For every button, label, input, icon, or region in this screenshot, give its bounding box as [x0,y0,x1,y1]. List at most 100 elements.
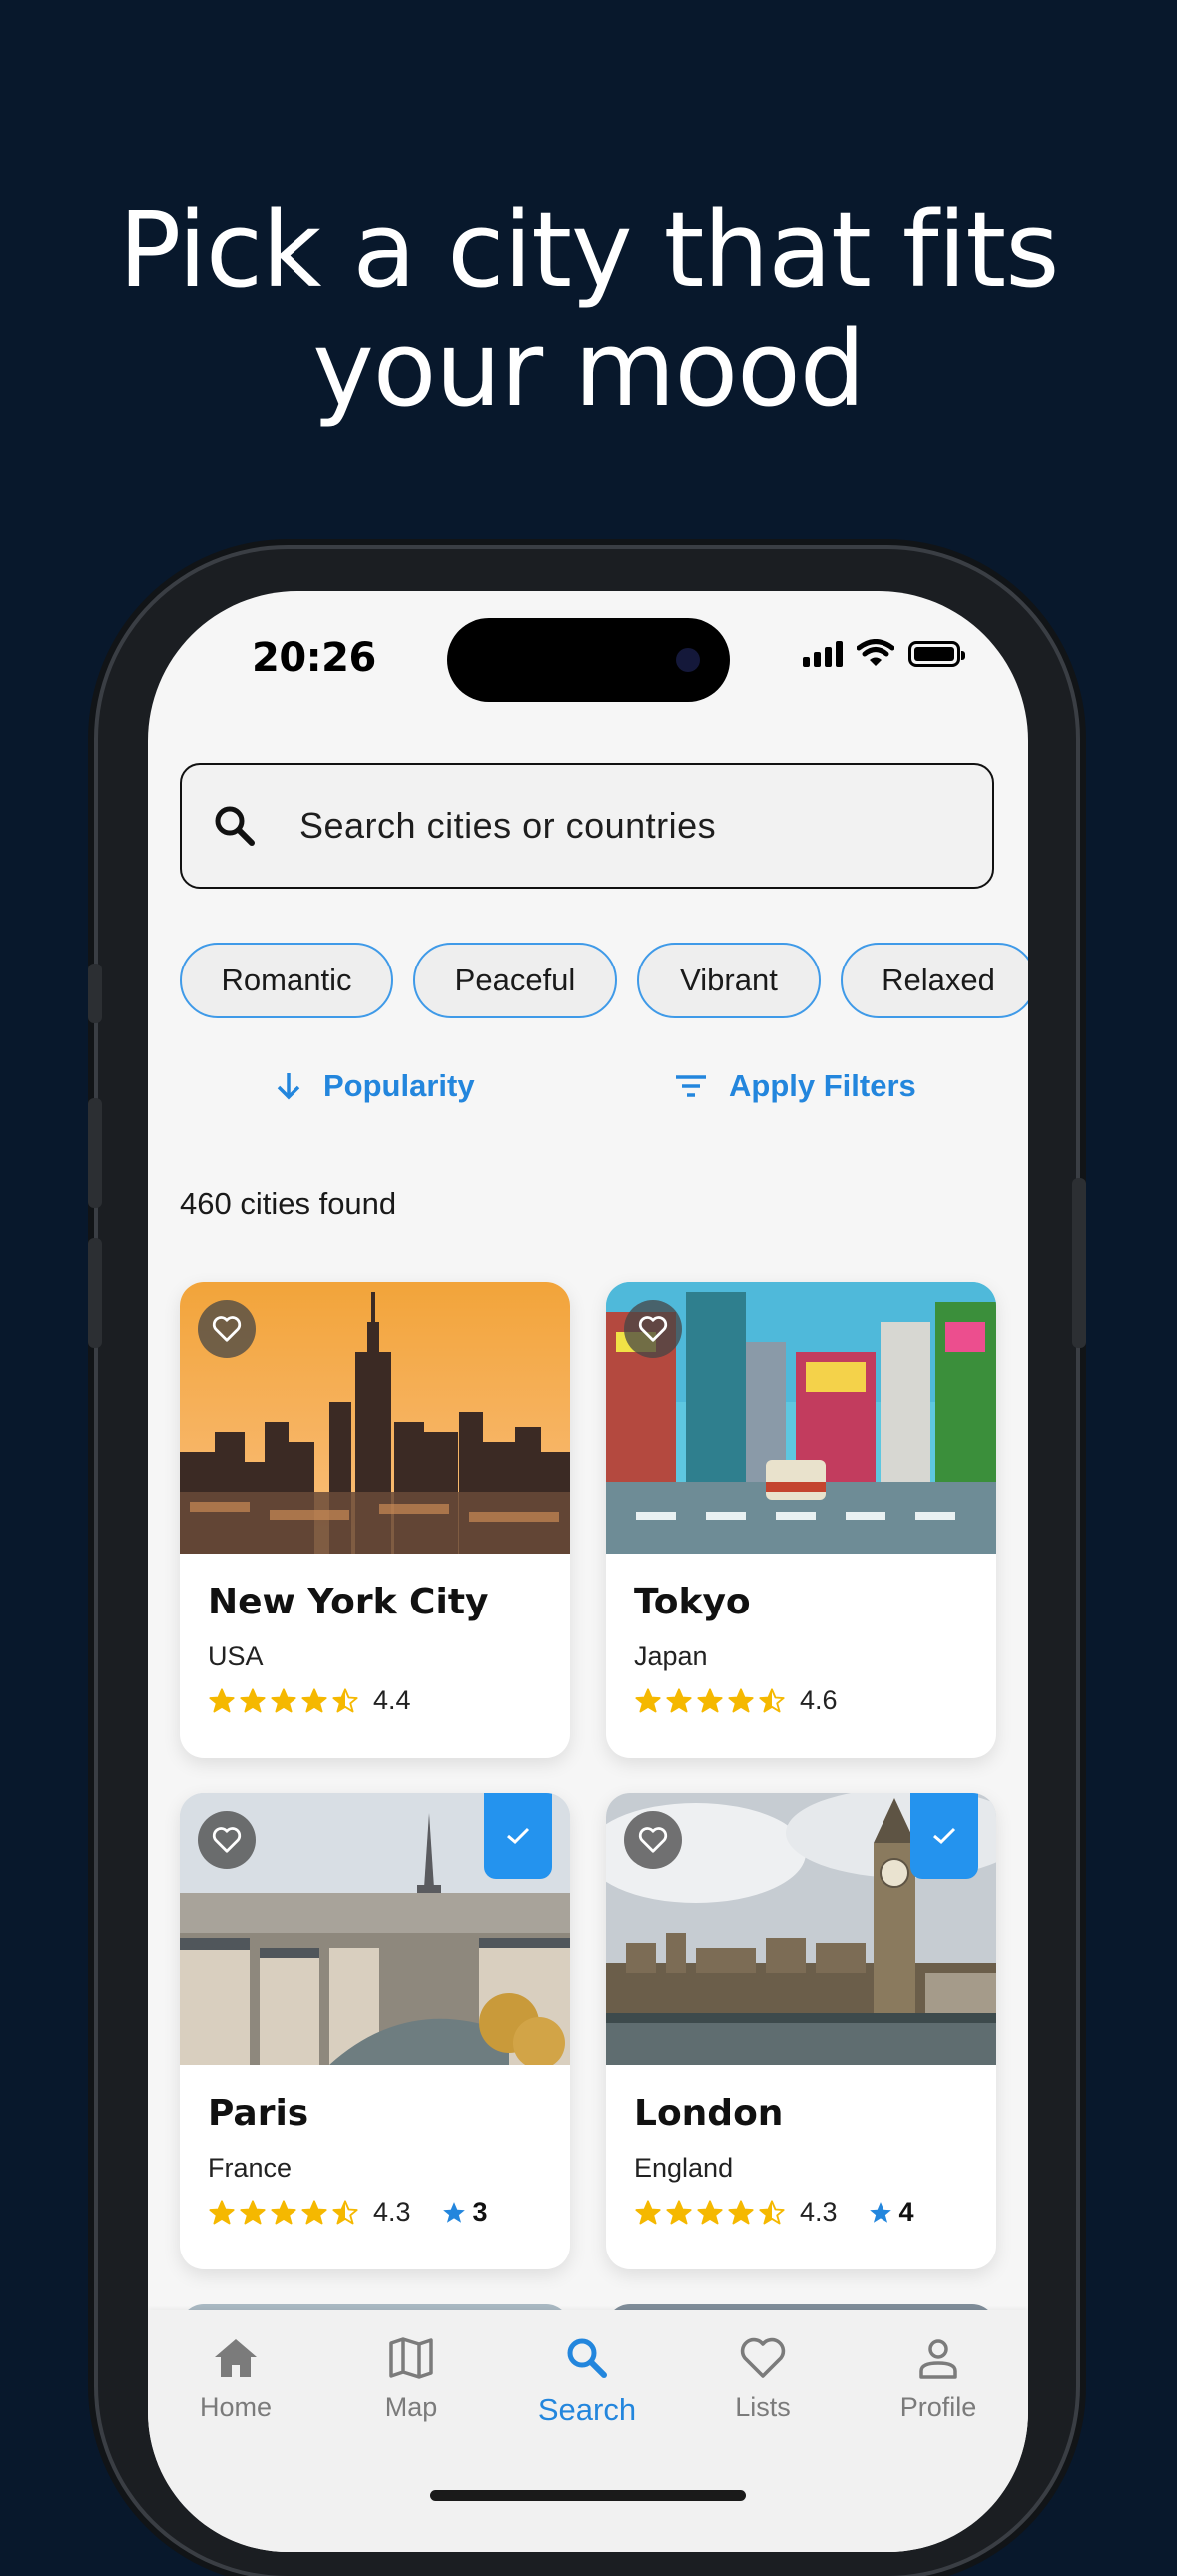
star-rating-icons [634,1687,786,1715]
star-full-icon [635,1687,661,1712]
city-country: England [634,2153,734,2183]
tab-home[interactable]: Home [148,2332,323,2423]
search-icon [215,806,255,846]
bottom-tab-bar: Home Map Search Lists Profile [148,2310,1028,2552]
favorite-button[interactable] [198,1811,256,1869]
star-full-icon [209,1687,235,1712]
power-button [1072,1178,1086,1348]
rating-value: 4.6 [800,1685,838,1715]
camera-icon [676,648,700,672]
app-screen: 20:26 Search cities or countries Romanti… [148,591,1028,2552]
favorite-button[interactable] [624,1811,682,1869]
visited-toggle[interactable] [484,1793,552,1879]
star-full-icon [697,2199,723,2224]
star-half-icon [332,1687,358,1712]
city-country: Japan [634,1641,708,1671]
person-icon [919,2339,957,2379]
star-rating-icons [208,2199,359,2227]
star-half-icon [759,1687,785,1712]
chip-peaceful[interactable]: Peaceful [413,943,617,1018]
check-icon [933,1827,956,1845]
star-full-icon [209,2199,235,2224]
star-full-icon [635,2199,661,2224]
heart-icon [740,2337,786,2378]
heart-icon [638,1827,668,1853]
rating-value: 4.4 [373,1685,411,1715]
tab-lists[interactable]: Lists [675,2332,851,2423]
star-icon [869,2201,891,2223]
tab-profile[interactable]: Profile [851,2332,1026,2423]
status-icons [803,639,965,667]
map-icon [389,2337,433,2379]
star-half-icon [759,2199,785,2224]
city-card-london[interactable]: London England 4.3 4 [606,1793,996,2269]
home-icon [215,2339,257,2377]
action-button [88,964,102,1023]
favorite-button[interactable] [198,1300,256,1358]
promo-headline-line-2: your mood [312,309,866,430]
star-full-icon [728,2199,754,2224]
star-half-icon [332,2199,358,2224]
city-card-new-york[interactable]: New York City USA 4.4 [180,1282,570,1758]
signal-icon [803,639,843,667]
battery-icon [908,641,965,667]
user-rating: 3 [441,2197,488,2228]
dynamic-island [447,618,730,702]
search-icon [567,2338,607,2378]
city-card-tokyo[interactable]: Tokyo Japan 4.6 [606,1282,996,1758]
star-full-icon [301,1687,327,1712]
arrow-down-icon [277,1073,300,1100]
star-full-icon [301,2199,327,2224]
rating-value: 4.3 [373,2197,411,2227]
results-count: 460 cities found [180,1186,397,1221]
search-placeholder: Search cities or countries [299,805,717,846]
star-full-icon [271,1687,296,1712]
favorite-button[interactable] [624,1300,682,1358]
star-full-icon [240,2199,266,2224]
tab-label: Profile [899,2392,977,2422]
promo-headline: Pick a city that fits your mood [0,190,1177,429]
heart-icon [212,1827,242,1853]
check-icon [507,1827,530,1845]
city-name: New York City [208,1582,489,1622]
volume-up-button [88,1098,102,1208]
filter-icon [676,1075,706,1097]
user-rating: 4 [868,2197,914,2228]
tab-map[interactable]: Map [323,2332,499,2423]
city-name: Paris [208,2093,309,2134]
visited-toggle[interactable] [910,1793,978,1879]
star-full-icon [697,1687,723,1712]
city-rating: 4.6 [634,1685,838,1716]
city-name: Tokyo [634,1582,751,1622]
star-full-icon [728,1687,754,1712]
star-rating-icons [208,1687,359,1715]
sort-filter-bar: Popularity Apply Filters [148,1068,1028,1118]
chip-relaxed[interactable]: Relaxed [841,943,1028,1018]
heart-icon [638,1316,668,1342]
status-time: 20:26 [252,635,376,681]
filter-label: Apply Filters [729,1068,916,1103]
city-country: USA [208,1641,264,1671]
city-card-paris[interactable]: Paris France 4.3 3 [180,1793,570,2269]
chip-romantic[interactable]: Romantic [180,943,393,1018]
star-full-icon [666,2199,692,2224]
rating-value: 4.3 [800,2197,838,2227]
star-full-icon [271,2199,296,2224]
tab-label: Home [199,2392,273,2422]
sort-popularity-button[interactable]: Popularity [276,1068,475,1104]
city-rating: 4.4 [208,1685,411,1716]
apply-filters-button[interactable]: Apply Filters [675,1068,916,1104]
city-name: London [634,2093,784,2134]
heart-icon [212,1316,242,1342]
tab-label: Lists [735,2392,791,2422]
star-full-icon [240,1687,266,1712]
city-rating: 4.3 4 [634,2197,914,2228]
search-input[interactable]: Search cities or countries [180,763,994,889]
user-rating-value: 3 [472,2197,488,2227]
chip-vibrant[interactable]: Vibrant [637,943,821,1018]
tab-label: Map [384,2392,438,2422]
mood-chips: Romantic Peaceful Vibrant Relaxed [180,943,1028,1018]
city-country: France [208,2153,293,2183]
tab-search[interactable]: Search [499,2332,675,2428]
star-rating-icons [634,2199,786,2227]
